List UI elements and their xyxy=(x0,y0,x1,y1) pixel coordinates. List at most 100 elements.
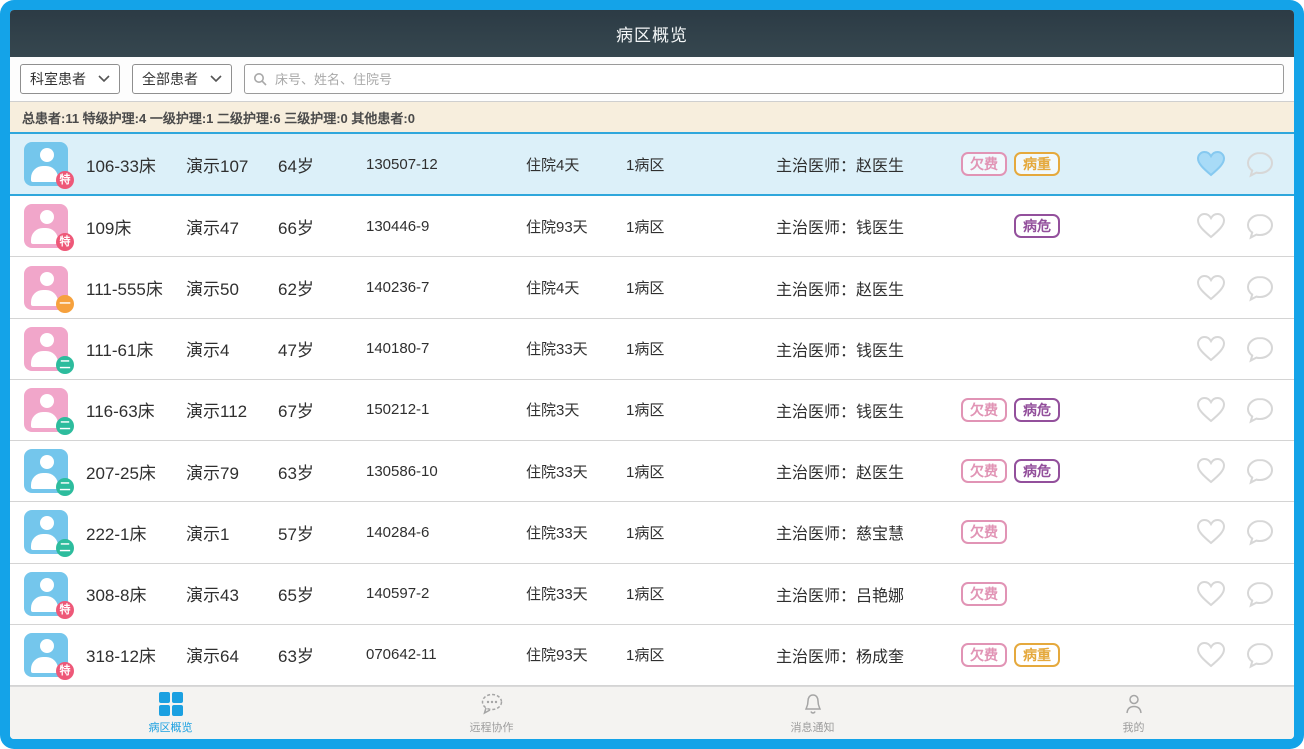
care-level-badge: 特 xyxy=(56,601,74,619)
attending-doctor: 主治医师：钱医生 xyxy=(776,337,961,361)
patient-age: 65岁 xyxy=(278,581,366,606)
row-actions xyxy=(1194,516,1276,548)
bed-number: 207-25床 xyxy=(86,459,186,484)
stay-duration: 住院4天 xyxy=(526,154,626,175)
patient-age: 66岁 xyxy=(278,214,366,239)
nav-label: 远程协作 xyxy=(470,719,514,735)
ward-name: 1病区 xyxy=(626,583,776,604)
stay-duration: 住院3天 xyxy=(526,399,626,420)
care-level-badge: 二 xyxy=(56,539,74,557)
patient-row[interactable]: 特 109床 演示47 66岁 130446-9 住院93天 1病区 主治医师：… xyxy=(10,196,1294,257)
row-actions xyxy=(1194,148,1276,180)
message-bubble-icon[interactable] xyxy=(1244,272,1276,304)
hospital-id: 130586-10 xyxy=(366,463,526,480)
patient-name: 演示4 xyxy=(186,336,278,361)
row-actions xyxy=(1194,639,1276,671)
patient-age: 67岁 xyxy=(278,397,366,422)
attending-doctor: 主治医师：赵医生 xyxy=(776,459,961,483)
patient-row[interactable]: 特 308-8床 演示43 65岁 140597-2 住院33天 1病区 主治医… xyxy=(10,564,1294,625)
nav-notifications[interactable]: 消息通知 xyxy=(652,687,973,739)
condition-tag: 病危 xyxy=(1014,214,1060,238)
nav-profile[interactable]: 我的 xyxy=(973,687,1294,739)
favorite-heart-icon[interactable] xyxy=(1194,455,1228,487)
care-level-badge: 二 xyxy=(56,356,74,374)
message-bubble-icon[interactable] xyxy=(1244,394,1276,426)
care-level-badge: 一 xyxy=(56,295,74,313)
attending-doctor: 主治医师：钱医生 xyxy=(776,398,961,422)
stay-duration: 住院93天 xyxy=(526,216,626,237)
message-bubble-icon[interactable] xyxy=(1244,333,1276,365)
bed-number: 222-1床 xyxy=(86,520,186,545)
ward-name: 1病区 xyxy=(626,644,776,665)
status-tags: 欠费 病重 xyxy=(961,152,1194,176)
attending-doctor: 主治医师：赵医生 xyxy=(776,276,961,300)
patient-name: 演示50 xyxy=(186,275,278,300)
search-input[interactable] xyxy=(273,71,1275,88)
patient-row[interactable]: 二 111-61床 演示4 47岁 140180-7 住院33天 1病区 主治医… xyxy=(10,319,1294,380)
arrears-tag xyxy=(961,276,1007,300)
status-tags: 欠费 病危 xyxy=(961,459,1194,483)
patient-avatar: 特 xyxy=(24,572,68,616)
patient-row[interactable]: 一 111-555床 演示50 62岁 140236-7 住院4天 1病区 主治… xyxy=(10,257,1294,318)
patient-row[interactable]: 特 106-33床 演示107 64岁 130507-12 住院4天 1病区 主… xyxy=(10,132,1294,196)
hospital-id: 150212-1 xyxy=(366,401,526,418)
patient-age: 57岁 xyxy=(278,520,366,545)
arrears-tag: 欠费 xyxy=(961,459,1007,483)
patient-name: 演示112 xyxy=(186,397,278,422)
patient-name: 演示107 xyxy=(186,152,278,177)
department-filter-dropdown[interactable]: 科室患者 xyxy=(20,64,120,94)
app-screen: 病区概览 科室患者 全部患者 总患者:11 特级护理:4 一级护理:1 二级护理… xyxy=(10,10,1294,739)
condition-tag: 病重 xyxy=(1014,152,1060,176)
patient-type-filter-label: 全部患者 xyxy=(142,69,198,89)
patient-row[interactable]: 二 207-25床 演示79 63岁 130586-10 住院33天 1病区 主… xyxy=(10,441,1294,502)
arrears-tag: 欠费 xyxy=(961,520,1007,544)
stay-duration: 住院33天 xyxy=(526,338,626,359)
status-tags: 病危 xyxy=(961,214,1194,238)
patient-age: 63岁 xyxy=(278,642,366,667)
message-bubble-icon[interactable] xyxy=(1244,210,1276,242)
favorite-heart-icon[interactable] xyxy=(1194,333,1228,365)
condition-tag: 病危 xyxy=(1014,398,1060,422)
care-level-badge: 特 xyxy=(56,171,74,189)
favorite-heart-icon[interactable] xyxy=(1194,578,1228,610)
message-bubble-icon[interactable] xyxy=(1244,148,1276,180)
status-tags xyxy=(961,276,1194,300)
arrears-tag: 欠费 xyxy=(961,582,1007,606)
attending-doctor: 主治医师：赵医生 xyxy=(776,152,961,176)
favorite-heart-icon[interactable] xyxy=(1194,516,1228,548)
message-bubble-icon[interactable] xyxy=(1244,639,1276,671)
status-tags: 欠费 病重 xyxy=(961,643,1194,667)
patient-avatar: 一 xyxy=(24,266,68,310)
patient-row[interactable]: 二 222-1床 演示1 57岁 140284-6 住院33天 1病区 主治医师… xyxy=(10,502,1294,563)
condition-tag: 病危 xyxy=(1014,459,1060,483)
favorite-heart-icon[interactable] xyxy=(1194,148,1228,180)
ward-name: 1病区 xyxy=(626,216,776,237)
row-actions xyxy=(1194,210,1276,242)
message-bubble-icon[interactable] xyxy=(1244,578,1276,610)
patient-name: 演示64 xyxy=(186,642,278,667)
patient-row[interactable]: 二 116-63床 演示112 67岁 150212-1 住院3天 1病区 主治… xyxy=(10,380,1294,441)
attending-doctor: 主治医师：吕艳娜 xyxy=(776,582,961,606)
nav-remote-collaboration[interactable]: 远程协作 xyxy=(331,687,652,739)
patient-age: 47岁 xyxy=(278,336,366,361)
patient-row[interactable]: 特 318-12床 演示64 63岁 070642-11 住院93天 1病区 主… xyxy=(10,625,1294,686)
bed-number: 106-33床 xyxy=(86,152,186,177)
chat-dots-icon xyxy=(479,692,505,716)
filter-bar: 科室患者 全部患者 xyxy=(10,57,1294,102)
row-actions xyxy=(1194,272,1276,304)
patient-name: 演示43 xyxy=(186,581,278,606)
condition-tag xyxy=(1014,337,1060,361)
patient-age: 64岁 xyxy=(278,152,366,177)
favorite-heart-icon[interactable] xyxy=(1194,394,1228,426)
favorite-heart-icon[interactable] xyxy=(1194,639,1228,671)
favorite-heart-icon[interactable] xyxy=(1194,210,1228,242)
bed-number: 308-8床 xyxy=(86,581,186,606)
row-actions xyxy=(1194,333,1276,365)
nav-ward-overview[interactable]: 病区概览 xyxy=(10,687,331,739)
patient-type-filter-dropdown[interactable]: 全部患者 xyxy=(132,64,232,94)
favorite-heart-icon[interactable] xyxy=(1194,272,1228,304)
message-bubble-icon[interactable] xyxy=(1244,455,1276,487)
patient-avatar: 特 xyxy=(24,633,68,677)
message-bubble-icon[interactable] xyxy=(1244,516,1276,548)
ward-name: 1病区 xyxy=(626,399,776,420)
